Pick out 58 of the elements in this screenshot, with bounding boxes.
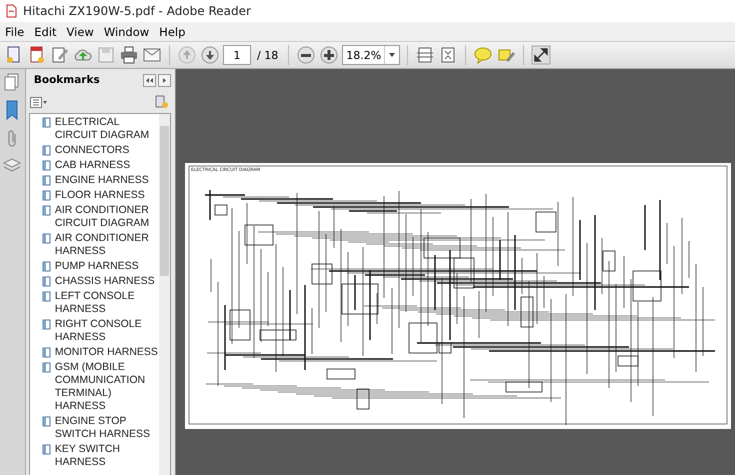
next-page-icon[interactable] [200,45,220,65]
bookmark-item[interactable]: PUMP HARNESS [42,260,159,273]
print-icon[interactable] [119,45,139,65]
bookmark-page-icon [42,362,51,373]
menu-item[interactable]: File [2,24,28,38]
collapse-icon[interactable] [143,74,156,86]
bookmark-item[interactable]: FLOOR HARNESS [42,189,159,202]
bookmark-page-icon [42,145,51,156]
bookmark-settings-icon[interactable] [155,95,169,109]
bookmark-item[interactable]: RIGHT CONSOLE HARNESS [42,318,159,344]
bookmark-page-icon [42,261,51,272]
bookmark-item[interactable]: LEFT CONSOLE HARNESS [42,290,159,316]
bookmark-item[interactable]: MONITOR HARNESS [42,346,159,359]
bookmark-page-icon [42,190,51,201]
zoom-in-icon[interactable] [319,45,340,65]
bookmark-page-icon [42,233,51,244]
menu-item[interactable]: Edit [31,24,60,38]
bookmark-page-icon [42,276,51,287]
bookmark-page-icon [42,205,51,216]
zoom-dropdown[interactable]: 18.2% [342,45,400,65]
pages-icon[interactable] [4,73,20,91]
bookmark-item[interactable]: KEY SWITCH HARNESS [42,443,159,469]
bookmark-page-icon [42,291,51,302]
options-menu-icon[interactable] [30,96,48,108]
bookmark-item[interactable]: CHASSIS HARNESS [42,275,159,288]
menu-item[interactable]: Help [156,24,188,38]
expand-icon[interactable] [531,45,552,65]
pdf-file-icon [5,4,18,18]
bookmark-page-icon [42,416,51,427]
bookmark-item[interactable]: CONNECTORS [42,144,159,157]
bookmark-page-icon [42,117,51,128]
bookmark-item[interactable]: ENGINE HARNESS [42,174,159,187]
bookmark-item[interactable]: AIR CONDITIONER CIRCUIT DIAGRAM [42,204,159,230]
expand-panel-icon[interactable] [158,74,171,86]
menu-item[interactable]: Window [100,24,152,38]
bookmark-item[interactable]: AIR CONDITIONER HARNESS [42,232,159,258]
bookmark-page-icon [42,160,51,171]
menu-item[interactable]: View [64,24,97,38]
window-title: Hitachi ZX190W-5.pdf - Adobe Reader [23,4,251,18]
zoom-out-icon[interactable] [296,45,316,65]
bookmark-item[interactable]: ENGINE STOP SWITCH HARNESS [42,415,159,441]
bookmark-item[interactable]: CAB HARNESS [42,159,159,172]
layers-icon[interactable] [3,157,22,173]
bookmark-page-icon [42,444,51,455]
bookmark-page-icon [42,175,51,186]
bookmark-item[interactable]: ELECTRICAL CIRCUIT DIAGRAM [42,116,159,142]
bookmark-icon[interactable] [4,99,20,121]
scrollbar[interactable] [159,114,170,475]
fit-page-icon[interactable] [415,45,436,65]
bookmark-page-icon [42,319,51,330]
bookmark-item[interactable]: GSM (MOBILE COMMUNICATION TERMINAL) HARNESS [42,361,159,413]
page-count: / 18 [257,48,278,62]
page-number-field[interactable]: 1 [223,45,251,65]
caret-icon [389,53,396,57]
edit-document-icon[interactable] [50,45,70,65]
bookmark-page-icon [42,347,51,358]
comment-icon[interactable] [473,45,494,65]
panel-title: Bookmarks [34,74,101,86]
